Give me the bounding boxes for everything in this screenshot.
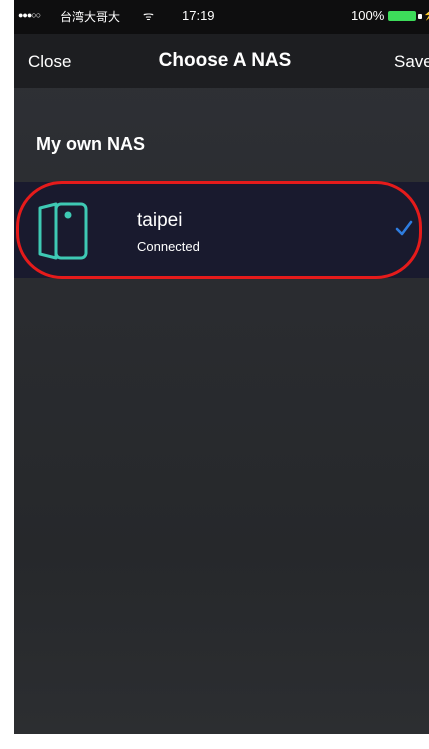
carrier-name: 台湾大哥大	[60, 10, 121, 24]
battery-percentage: 100%	[351, 8, 385, 23]
checkmark-icon	[395, 220, 413, 236]
battery-tip-icon	[418, 14, 422, 19]
save-button[interactable]: Save	[394, 52, 429, 72]
nas-name: taipei	[137, 210, 183, 231]
charging-icon: ⚡	[423, 8, 429, 21]
nas-status: Connected	[137, 239, 200, 254]
page-title: Choose A NAS	[158, 50, 292, 71]
status-bar: ●●●○○ 台湾大哥大 ᯤ 17:19 100% ⚡	[14, 0, 429, 34]
status-time: 17:19	[182, 8, 215, 23]
nas-list-item[interactable]: taipei Connected	[14, 182, 429, 278]
section-header-my-own-nas: My own NAS	[36, 134, 146, 154]
signal-strength-icon: ●●●○○	[18, 10, 41, 20]
nas-device-icon	[38, 202, 88, 260]
phone-screen: ●●●○○ 台湾大哥大 ᯤ 17:19 100% ⚡ Close Choose …	[14, 0, 429, 734]
navigation-bar: Close Choose A NAS Save	[14, 34, 429, 88]
battery-icon	[388, 11, 416, 21]
wifi-icon: ᯤ	[143, 9, 154, 23]
